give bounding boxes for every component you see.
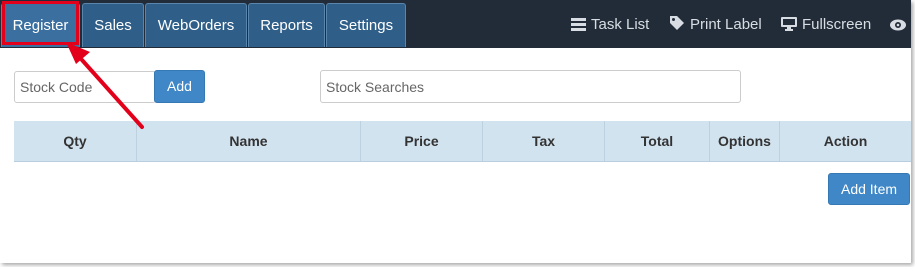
app-window: Register Sales WebOrders Reports Setting… — [0, 0, 911, 263]
annotation-arrow — [66, 42, 144, 129]
